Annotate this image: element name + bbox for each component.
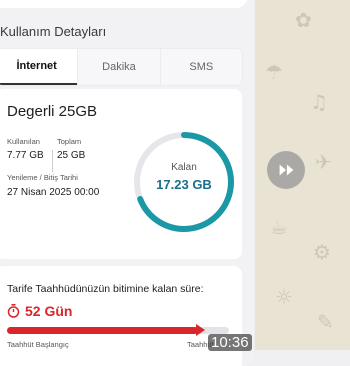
plan-name: Degerli 25GB [7,103,98,120]
tab-minutes[interactable]: Dakika [77,49,160,85]
doodle-icon: ☂ [265,60,283,84]
total-label: Toplam [57,137,82,146]
doodle-icon: ✈ [315,150,332,174]
commitment-title: Tarife Taahhüdünüzün bitimine kalan süre… [7,283,204,295]
top-card [0,0,248,8]
remaining-value: 17.23 GB [156,177,212,192]
doodle-icon: ✎ [317,310,334,334]
commitment-card: Tarife Taahhüdünüzün bitimine kalan süre… [0,266,242,366]
stat-divider [52,150,53,172]
renewal-label: Yenileme / Bitiş Tarihi [7,173,78,182]
tab-sms[interactable]: SMS [159,49,242,85]
tab-internet[interactable]: İnternet [0,49,78,85]
used-label: Kullanılan [7,137,40,146]
doodle-icon: ☕ [270,215,288,239]
forward-button[interactable] [267,151,305,189]
usage-card: Degerli 25GB Kullanılan 7.77 GB Toplam 2… [0,89,242,259]
commitment-progress-fill [7,327,198,334]
usage-details-panel: Kullanım Detayları İnternet Dakika SMS D… [0,0,254,366]
used-value: 7.77 GB [7,150,44,161]
doodle-icon: ⚙ [313,240,331,264]
usage-tabs: İnternet Dakika SMS [0,49,242,85]
commitment-progress-track [7,324,229,336]
doodle-icon: ☼ [275,285,293,309]
stopwatch-icon [7,304,20,318]
days-remaining: 52 Gün [25,303,73,319]
days-row: 52 Gün [7,303,72,319]
progress-arrow-icon [195,324,205,336]
remaining-label: Kalan [171,162,197,173]
doodle-icon: ♫ [310,90,328,114]
doodle-icon: ✿ [295,8,312,32]
commitment-start-label: Taahhüt Başlangıç [7,340,69,349]
renewal-value: 27 Nisan 2025 00:00 [7,187,100,198]
video-time: 10:36 [208,334,252,351]
total-value: 25 GB [57,150,86,161]
forward-arrow-icon [279,164,294,176]
section-title: Kullanım Detayları [0,24,107,39]
